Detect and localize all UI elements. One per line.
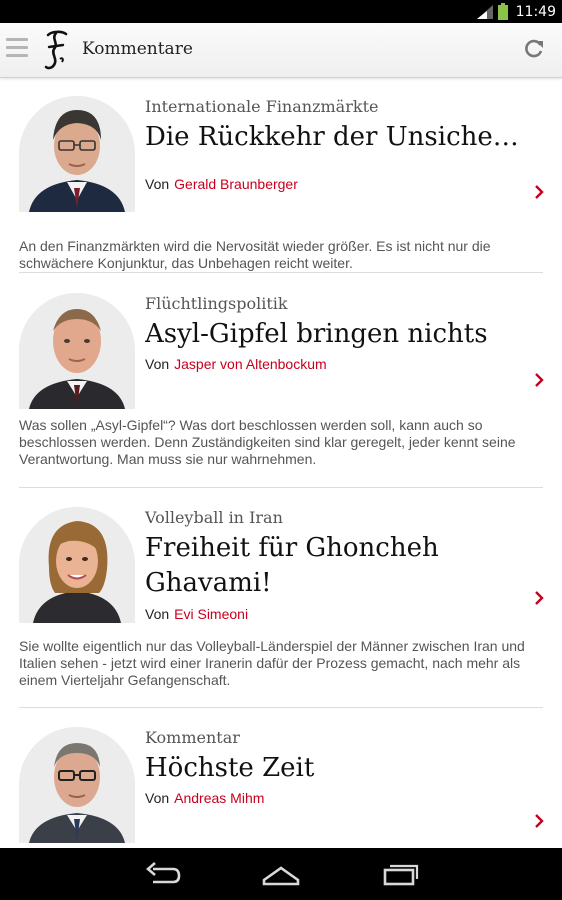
author-link[interactable]: Gerald Braunberger (174, 176, 298, 192)
author-link[interactable]: Jasper von Altenbockum (174, 356, 327, 372)
home-icon[interactable] (261, 860, 301, 888)
article-headline[interactable]: Höchste Zeit (145, 751, 530, 786)
article-byline: Von Andreas Mihm (145, 790, 264, 806)
author-link[interactable]: Evi Simeoni (174, 606, 248, 622)
refresh-icon[interactable] (522, 37, 546, 61)
status-bar: 11:49 (0, 0, 562, 23)
article-kicker: Kommentar (145, 728, 240, 747)
status-icons: 11:49 (476, 0, 556, 23)
battery-icon (497, 3, 508, 20)
chevron-right-icon[interactable] (534, 814, 544, 828)
article-kicker: Volleyball in Iran (145, 508, 283, 527)
navigation-bar (0, 848, 562, 900)
chevron-right-icon[interactable] (534, 591, 544, 605)
chevron-right-icon[interactable] (534, 373, 544, 387)
recent-apps-icon[interactable] (381, 860, 421, 888)
article-list[interactable]: Internationale Finanzmärkte Die Rückkehr… (0, 78, 562, 848)
article-byline: Von Gerald Braunberger (145, 176, 298, 192)
back-icon[interactable] (141, 860, 181, 888)
page-title: Kommentare (82, 39, 193, 59)
chevron-right-icon[interactable] (534, 185, 544, 199)
signal-icon (476, 4, 493, 19)
article-kicker: Internationale Finanzmärkte (145, 97, 379, 116)
article-summary: An den Finanzmärkten wird die Nervosität… (19, 238, 491, 271)
byline-prefix: Von (145, 790, 170, 806)
article-headline[interactable]: Die Rückkehr der Unsicherheit (145, 120, 530, 155)
article-summary: Sie wollte eigentlich nur das Volleyball… (19, 638, 525, 688)
byline-prefix: Von (145, 606, 170, 622)
byline-prefix: Von (145, 176, 170, 192)
author-photo (19, 96, 135, 212)
author-photo (19, 507, 135, 623)
article-byline: Von Jasper von Altenbockum (145, 356, 327, 372)
article-summary: Was sollen „Asyl-Gipfel“? Was dort besch… (19, 417, 516, 467)
author-photo (19, 727, 135, 843)
article-byline: Von Evi Simeoni (145, 606, 248, 622)
faz-logo-icon[interactable] (42, 29, 70, 71)
article-kicker: Flüchtlingspolitik (145, 294, 288, 313)
menu-icon[interactable] (6, 38, 28, 60)
author-link[interactable]: Andreas Mihm (174, 790, 264, 806)
divider (19, 272, 543, 273)
clock: 11:49 (515, 3, 556, 20)
article-headline[interactable]: Freiheit für Ghoncheh Ghavami! (145, 531, 530, 601)
divider (19, 487, 543, 488)
author-photo (19, 293, 135, 409)
article-headline[interactable]: Asyl-Gipfel bringen nichts (145, 317, 530, 352)
byline-prefix: Von (145, 356, 170, 372)
divider (19, 707, 543, 708)
app-bar: Kommentare (0, 23, 562, 78)
